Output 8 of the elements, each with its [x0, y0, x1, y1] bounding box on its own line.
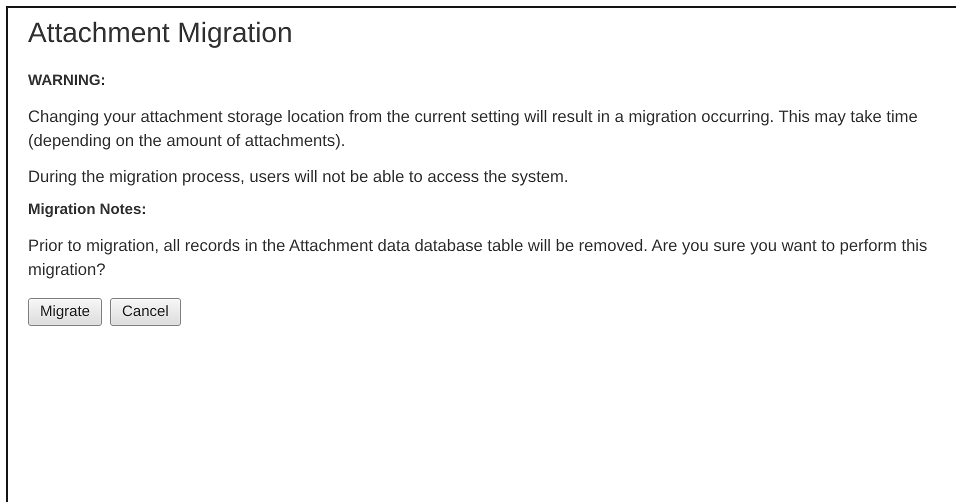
- migrate-button[interactable]: Migrate: [28, 298, 102, 326]
- section-heading: Migration Notes:: [28, 200, 148, 219]
- cancel-button[interactable]: Cancel: [110, 298, 181, 326]
- message-text: During the migration process, users will not be able to access the system.: [28, 166, 570, 188]
- section-heading: WARNING:: [28, 72, 106, 90]
- message-text: Prior to migration, all records in the Attachment data database table will be removed. Are you sure you want to perform this migration?: [28, 234, 928, 281]
- message-text: Changing your attachment storage location from the current setting will result in a migration occurring. This may take time (depending on the amount of attachments).: [28, 106, 919, 152]
- dialog-title: Attachment Migration: [28, 16, 294, 50]
